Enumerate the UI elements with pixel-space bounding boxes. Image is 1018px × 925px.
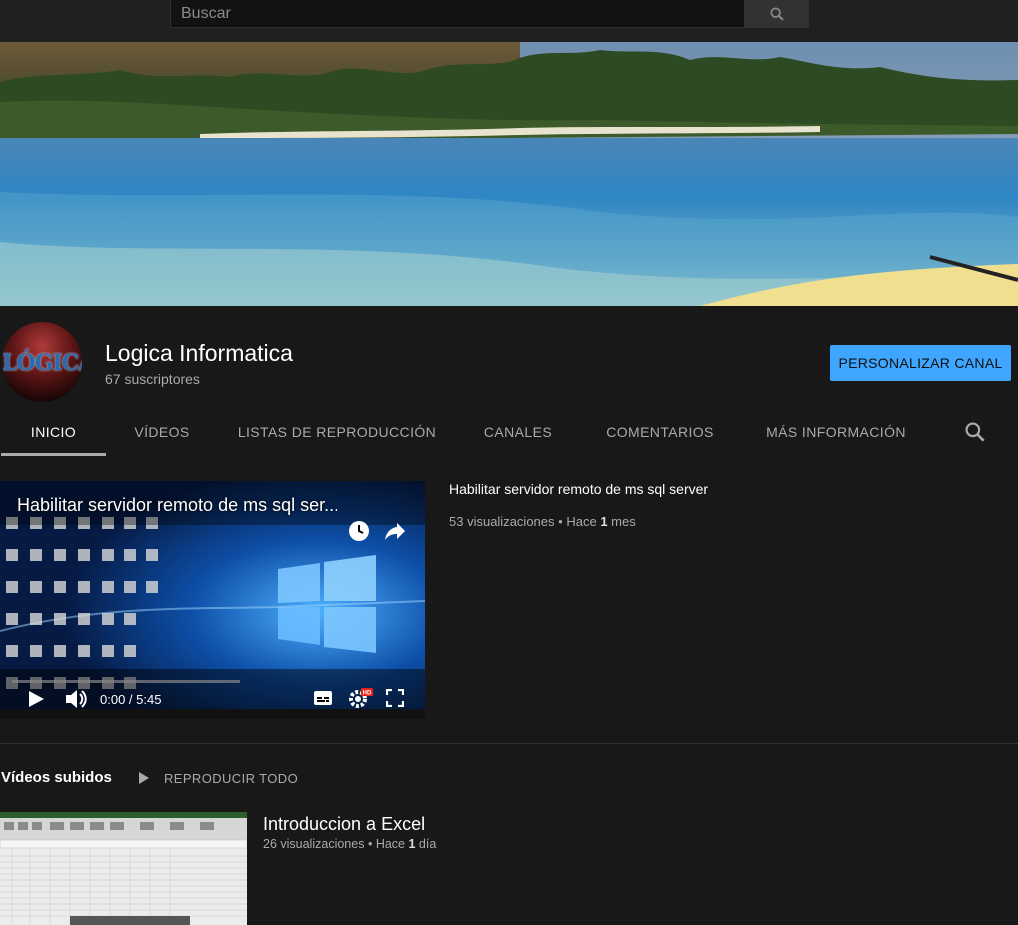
tab-inicio[interactable]: INICIO	[1, 406, 106, 456]
age-unit: día	[418, 837, 437, 851]
main-content: Habilitar servidor remoto de ms sql ser.…	[0, 456, 1018, 925]
top-bar	[0, 0, 1018, 42]
age-prefix: Hace	[566, 514, 597, 529]
play-icon[interactable]	[26, 689, 46, 709]
video-title[interactable]: Introduccion a Excel	[263, 814, 425, 835]
age-unit: mes	[611, 514, 636, 529]
tab-videos[interactable]: VÍDEOS	[115, 406, 209, 456]
age-number: 1	[408, 837, 416, 851]
volume-icon[interactable]	[64, 688, 88, 710]
channel-header: LÓGICA Logica Informatica 67 suscriptore…	[0, 306, 1018, 456]
watch-later-icon[interactable]	[347, 519, 371, 543]
excel-screenshot-thumbnail	[0, 812, 247, 925]
age-number: 1	[600, 514, 608, 529]
featured-video-player[interactable]: Habilitar servidor remoto de ms sql ser.…	[0, 481, 425, 719]
channel-tabs: INICIO VÍDEOS LISTAS DE REPRODUCCIÓN CAN…	[0, 406, 1018, 456]
play-all-button[interactable]: REPRODUCIR TODO	[138, 768, 298, 788]
tab-playlists[interactable]: LISTAS DE REPRODUCCIÓN	[237, 406, 437, 456]
share-icon[interactable]	[383, 519, 407, 543]
video-meta: 26 visualizaciones • Hace 1 día	[263, 837, 436, 851]
featured-video-meta: 53 visualizaciones • Hace 1 mes	[449, 514, 636, 529]
channel-avatar[interactable]: LÓGICA	[2, 322, 82, 402]
featured-video-title[interactable]: Habilitar servidor remoto de ms sql serv…	[449, 481, 708, 497]
customize-channel-button[interactable]: PERSONALIZAR CANAL	[830, 345, 1011, 381]
uploads-section-title[interactable]: Vídeos subidos	[1, 769, 112, 786]
search-icon	[965, 422, 985, 442]
subscriber-count: 67 suscriptores	[105, 371, 200, 387]
tab-about[interactable]: MÁS INFORMACIÓN	[760, 406, 912, 456]
player-title[interactable]: Habilitar servidor remoto de ms sql ser.…	[17, 495, 337, 516]
play-all-label: REPRODUCIR TODO	[164, 770, 299, 786]
video-thumbnail[interactable]	[0, 812, 247, 925]
channel-banner	[0, 42, 1018, 306]
settings-hd-icon[interactable]: HD	[348, 687, 374, 709]
search-button[interactable]	[745, 0, 809, 28]
subtitles-icon[interactable]	[313, 689, 333, 707]
search-icon	[770, 6, 784, 21]
video-frame	[0, 481, 425, 719]
tab-comments[interactable]: COMENTARIOS	[600, 406, 720, 456]
view-count: 53 visualizaciones	[449, 514, 555, 529]
tab-search-button[interactable]	[962, 419, 988, 445]
meta-separator: •	[558, 514, 563, 529]
channel-name: Logica Informatica	[105, 340, 293, 366]
search-input[interactable]	[170, 0, 745, 28]
view-count: 26 visualizaciones	[263, 837, 365, 851]
svg-text:HD: HD	[363, 691, 372, 697]
avatar-logo-text: LÓGICA	[2, 350, 82, 376]
age-prefix: Hace	[375, 837, 405, 851]
meta-separator: •	[367, 837, 373, 851]
tab-channels[interactable]: CANALES	[472, 406, 564, 456]
fullscreen-icon[interactable]	[386, 689, 404, 707]
player-time: 0:00 / 5:45	[100, 692, 162, 707]
section-divider	[0, 743, 1018, 744]
play-icon	[139, 772, 149, 784]
